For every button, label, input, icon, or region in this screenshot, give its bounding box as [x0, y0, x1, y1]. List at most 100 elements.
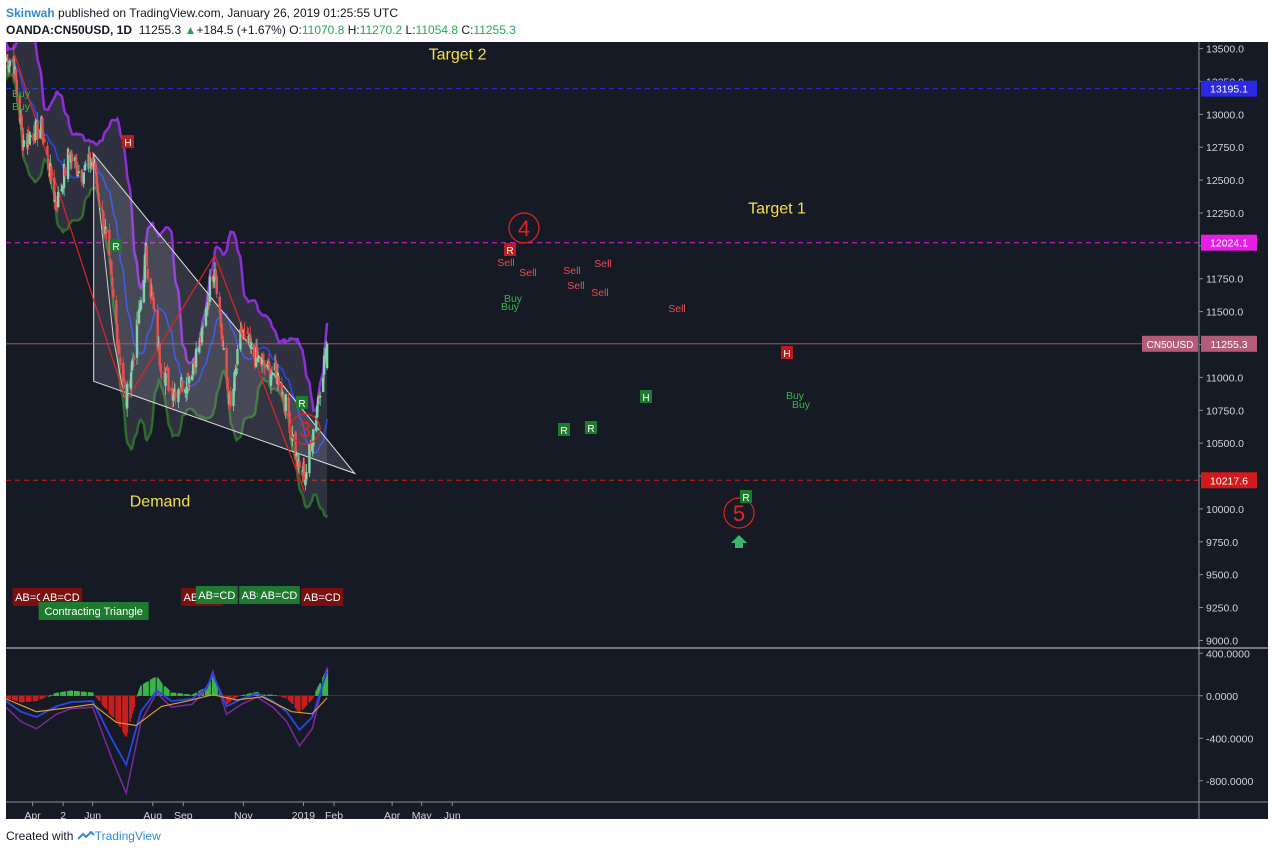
- histogram-bar: [243, 694, 246, 696]
- price-tick-label: 10500.0: [1206, 438, 1244, 450]
- change-value: +184.5 (+1.67%): [196, 23, 286, 37]
- candle-body: [41, 118, 44, 141]
- buy-signal: Buy: [786, 390, 805, 402]
- histogram-bar: [98, 695, 101, 701]
- candle-body: [250, 342, 253, 349]
- sell-signal: Sell: [519, 267, 537, 279]
- histogram-bar: [167, 689, 170, 696]
- close-value: 11255.3: [473, 23, 516, 37]
- histogram-bar: [50, 694, 53, 696]
- tradingview-logo-icon: [77, 830, 95, 840]
- symbol-label[interactable]: OANDA:CN50USD, 1D: [6, 23, 132, 37]
- buy-signal: Buy: [12, 101, 31, 113]
- histogram-bar: [133, 695, 136, 708]
- candle-body: [111, 277, 114, 287]
- histogram-bar: [8, 695, 11, 700]
- histogram-bar: [57, 692, 60, 696]
- histogram-bar: [291, 695, 294, 704]
- price-tick-label: 10750.0: [1206, 405, 1244, 417]
- candle-body: [129, 372, 133, 389]
- low-value: 11054.8: [415, 23, 459, 37]
- price-tick-label: 12750.0: [1206, 142, 1244, 154]
- price-tick-label: 10000.0: [1206, 504, 1244, 516]
- ohlc-line: OANDA:CN50USD, 1D 11255.3 ▲+184.5 (+1.67…: [6, 23, 516, 37]
- author-link[interactable]: Skinwah: [6, 6, 55, 20]
- candle-body: [96, 183, 99, 190]
- wave-3-label: 3: [299, 417, 311, 442]
- candle-body: [277, 375, 281, 386]
- r-mark-text: R: [587, 424, 594, 435]
- candle-body: [84, 164, 87, 166]
- up-arrow-icon: ▲: [184, 23, 197, 37]
- candle-body: [284, 394, 287, 411]
- price-tick-label: 13500.0: [1206, 44, 1244, 56]
- sell-signal: Sell: [594, 258, 612, 270]
- time-tick-label: Jun: [84, 810, 101, 819]
- price-label-text: 10217.6: [1210, 475, 1248, 487]
- candle-body: [56, 209, 59, 211]
- price-tick-label: 11500.0: [1206, 307, 1243, 319]
- candle-body: [50, 165, 53, 182]
- candle-body: [98, 202, 101, 206]
- candle-body: [160, 372, 163, 374]
- histogram-bar: [64, 691, 67, 696]
- histogram-bar: [264, 694, 267, 696]
- histogram-bar: [91, 692, 94, 696]
- demand-label: Demand: [130, 493, 190, 510]
- histogram-bar: [48, 695, 51, 697]
- price-tick-label: 11000.0: [1206, 372, 1243, 384]
- candle-body: [57, 191, 60, 208]
- sell-signal: Sell: [567, 280, 585, 292]
- histogram-bar: [112, 695, 115, 718]
- candle-body: [153, 308, 156, 312]
- sell-signal: Sell: [591, 287, 609, 299]
- histogram-bar: [29, 695, 32, 702]
- candle-body: [243, 328, 246, 331]
- candle-body: [43, 138, 46, 143]
- publish-text: published on TradingView.com, January 26…: [54, 6, 399, 20]
- target-1-label: Target 1: [748, 201, 806, 218]
- candle-body: [118, 345, 121, 355]
- osc-tick-label: 400.0000: [1206, 648, 1250, 660]
- price-tick-label: 9250.0: [1206, 603, 1238, 615]
- histogram-bar: [36, 695, 39, 701]
- target-2-label: Target 2: [429, 46, 487, 63]
- candle-body: [112, 289, 115, 298]
- histogram-bar: [174, 692, 177, 696]
- histogram-bar: [70, 690, 73, 696]
- candle-body: [167, 368, 170, 391]
- candle-body: [20, 115, 23, 129]
- candle-body: [295, 453, 298, 457]
- created-with-label: Created with: [6, 829, 74, 843]
- candle-body: [263, 363, 267, 369]
- symbol-tag-label: CN50USD: [1147, 340, 1194, 351]
- osc-tick-label: -800.0000: [1206, 776, 1253, 788]
- chart-canvas[interactable]: Target 2Target 1Demand345RRR RRRHHHSellSe…: [6, 42, 1268, 819]
- histogram-bar: [146, 681, 149, 696]
- chart-background: [6, 42, 1268, 819]
- candle-body: [146, 268, 150, 279]
- r-mark-text: R: [506, 246, 513, 257]
- tradingview-link[interactable]: TradingView: [95, 829, 161, 843]
- high-label: H:: [347, 23, 360, 37]
- price-tick-label: 9500.0: [1206, 570, 1238, 582]
- time-tick-label: Sep: [174, 810, 193, 819]
- candle-body: [222, 348, 225, 350]
- open-label: O:: [289, 23, 302, 37]
- candle-body: [164, 373, 167, 386]
- candle-body: [208, 276, 212, 302]
- candle-body: [152, 297, 155, 309]
- r-mark-text: R: [742, 493, 749, 504]
- candle-body: [145, 245, 149, 266]
- time-tick-label: Aug: [143, 810, 162, 819]
- pattern-label: Contracting Triangle: [44, 606, 142, 618]
- pattern-label: AB=CD: [304, 592, 341, 604]
- histogram-bar: [236, 695, 239, 697]
- candle-body: [29, 135, 32, 138]
- price-tick-label: 11750.0: [1206, 274, 1243, 286]
- histogram-bar: [15, 695, 18, 702]
- candle-body: [270, 373, 274, 376]
- wave-5-label: 5: [733, 501, 745, 526]
- histogram-bar: [84, 691, 87, 696]
- histogram-bar: [181, 693, 184, 696]
